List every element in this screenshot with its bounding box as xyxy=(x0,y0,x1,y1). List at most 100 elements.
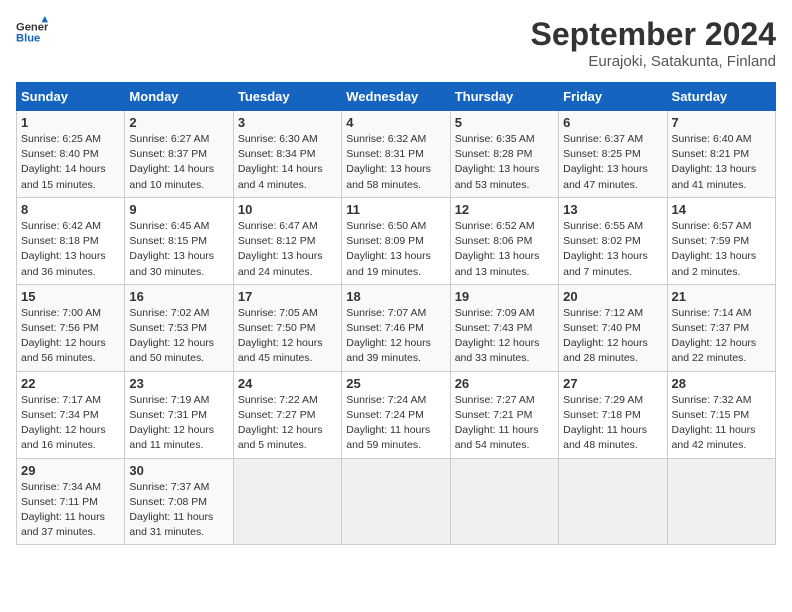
day-info: Sunrise: 6:57 AM Sunset: 7:59 PM Dayligh… xyxy=(672,219,771,280)
calendar-cell xyxy=(450,458,558,545)
page-header: General Blue September 2024 Eurajoki, Sa… xyxy=(16,16,776,70)
calendar-cell: 6 Sunrise: 6:37 AM Sunset: 8:25 PM Daylig… xyxy=(559,111,667,198)
day-number: 25 xyxy=(346,376,445,391)
day-info: Sunrise: 6:55 AM Sunset: 8:02 PM Dayligh… xyxy=(563,219,662,280)
day-info: Sunrise: 7:12 AM Sunset: 7:40 PM Dayligh… xyxy=(563,306,662,367)
day-number: 28 xyxy=(672,376,771,391)
calendar-cell: 21 Sunrise: 7:14 AM Sunset: 7:37 PM Dayli… xyxy=(667,284,775,371)
day-number: 24 xyxy=(238,376,337,391)
weekday-header-tuesday: Tuesday xyxy=(233,83,341,111)
day-info: Sunrise: 6:40 AM Sunset: 8:21 PM Dayligh… xyxy=(672,132,771,193)
day-info: Sunrise: 6:35 AM Sunset: 8:28 PM Dayligh… xyxy=(455,132,554,193)
day-number: 6 xyxy=(563,115,662,130)
calendar-cell: 30Sunrise: 7:37 AM Sunset: 7:08 PM Dayli… xyxy=(125,458,233,545)
calendar-table: SundayMondayTuesdayWednesdayThursdayFrid… xyxy=(16,82,776,545)
day-number: 16 xyxy=(129,289,228,304)
day-number: 9 xyxy=(129,202,228,217)
calendar-cell: 2 Sunrise: 6:27 AM Sunset: 8:37 PM Daylig… xyxy=(125,111,233,198)
calendar-week-row: 15 Sunrise: 7:00 AM Sunset: 7:56 PM Dayli… xyxy=(17,284,776,371)
day-info: Sunrise: 7:27 AM Sunset: 7:21 PM Dayligh… xyxy=(455,393,554,454)
calendar-cell: 13 Sunrise: 6:55 AM Sunset: 8:02 PM Dayli… xyxy=(559,197,667,284)
weekday-header-saturday: Saturday xyxy=(667,83,775,111)
day-info: Sunrise: 7:00 AM Sunset: 7:56 PM Dayligh… xyxy=(21,306,120,367)
day-number: 8 xyxy=(21,202,120,217)
calendar-cell: 11Sunrise: 6:50 AM Sunset: 8:09 PM Dayli… xyxy=(342,197,450,284)
calendar-cell: 3Sunrise: 6:30 AM Sunset: 8:34 PM Daylig… xyxy=(233,111,341,198)
calendar-cell xyxy=(233,458,341,545)
calendar-cell: 16Sunrise: 7:02 AM Sunset: 7:53 PM Dayli… xyxy=(125,284,233,371)
calendar-subtitle: Eurajoki, Satakunta, Finland xyxy=(531,53,776,70)
logo-icon: General Blue xyxy=(16,16,48,48)
day-info: Sunrise: 7:09 AM Sunset: 7:43 PM Dayligh… xyxy=(455,306,554,367)
calendar-week-row: 29Sunrise: 7:34 AM Sunset: 7:11 PM Dayli… xyxy=(17,458,776,545)
calendar-cell: 1 Sunrise: 6:25 AM Sunset: 8:40 PM Daylig… xyxy=(17,111,125,198)
day-number: 30 xyxy=(129,463,228,478)
day-number: 11 xyxy=(346,202,445,217)
calendar-week-row: 8 Sunrise: 6:42 AM Sunset: 8:18 PM Daylig… xyxy=(17,197,776,284)
weekday-header-wednesday: Wednesday xyxy=(342,83,450,111)
day-number: 15 xyxy=(21,289,120,304)
day-number: 5 xyxy=(455,115,554,130)
calendar-cell: 26Sunrise: 7:27 AM Sunset: 7:21 PM Dayli… xyxy=(450,371,558,458)
day-number: 19 xyxy=(455,289,554,304)
weekday-header-friday: Friday xyxy=(559,83,667,111)
day-info: Sunrise: 6:47 AM Sunset: 8:12 PM Dayligh… xyxy=(238,219,337,280)
day-info: Sunrise: 7:05 AM Sunset: 7:50 PM Dayligh… xyxy=(238,306,337,367)
calendar-cell: 22 Sunrise: 7:17 AM Sunset: 7:34 PM Dayli… xyxy=(17,371,125,458)
day-info: Sunrise: 7:22 AM Sunset: 7:27 PM Dayligh… xyxy=(238,393,337,454)
weekday-header-row: SundayMondayTuesdayWednesdayThursdayFrid… xyxy=(17,83,776,111)
calendar-cell: 29Sunrise: 7:34 AM Sunset: 7:11 PM Dayli… xyxy=(17,458,125,545)
day-info: Sunrise: 6:27 AM Sunset: 8:37 PM Dayligh… xyxy=(129,132,228,193)
day-info: Sunrise: 6:52 AM Sunset: 8:06 PM Dayligh… xyxy=(455,219,554,280)
day-info: Sunrise: 6:42 AM Sunset: 8:18 PM Dayligh… xyxy=(21,219,120,280)
calendar-cell: 19 Sunrise: 7:09 AM Sunset: 7:43 PM Dayli… xyxy=(450,284,558,371)
day-number: 20 xyxy=(563,289,662,304)
day-number: 18 xyxy=(346,289,445,304)
calendar-cell: 20 Sunrise: 7:12 AM Sunset: 7:40 PM Dayli… xyxy=(559,284,667,371)
calendar-cell: 17Sunrise: 7:05 AM Sunset: 7:50 PM Dayli… xyxy=(233,284,341,371)
day-info: Sunrise: 7:17 AM Sunset: 7:34 PM Dayligh… xyxy=(21,393,120,454)
calendar-cell: 27Sunrise: 7:29 AM Sunset: 7:18 PM Dayli… xyxy=(559,371,667,458)
calendar-cell xyxy=(342,458,450,545)
calendar-cell: 5 Sunrise: 6:35 AM Sunset: 8:28 PM Daylig… xyxy=(450,111,558,198)
day-number: 7 xyxy=(672,115,771,130)
calendar-cell: 25Sunrise: 7:24 AM Sunset: 7:24 PM Dayli… xyxy=(342,371,450,458)
calendar-cell: 28 Sunrise: 7:32 AM Sunset: 7:15 PM Dayli… xyxy=(667,371,775,458)
day-number: 1 xyxy=(21,115,120,130)
calendar-cell: 24 Sunrise: 7:22 AM Sunset: 7:27 PM Dayli… xyxy=(233,371,341,458)
day-number: 4 xyxy=(346,115,445,130)
day-info: Sunrise: 6:37 AM Sunset: 8:25 PM Dayligh… xyxy=(563,132,662,193)
day-number: 27 xyxy=(563,376,662,391)
weekday-header-sunday: Sunday xyxy=(17,83,125,111)
day-info: Sunrise: 7:19 AM Sunset: 7:31 PM Dayligh… xyxy=(129,393,228,454)
day-number: 21 xyxy=(672,289,771,304)
day-number: 3 xyxy=(238,115,337,130)
day-number: 14 xyxy=(672,202,771,217)
day-info: Sunrise: 7:14 AM Sunset: 7:37 PM Dayligh… xyxy=(672,306,771,367)
calendar-week-row: 1 Sunrise: 6:25 AM Sunset: 8:40 PM Daylig… xyxy=(17,111,776,198)
day-number: 22 xyxy=(21,376,120,391)
day-number: 13 xyxy=(563,202,662,217)
calendar-week-row: 22 Sunrise: 7:17 AM Sunset: 7:34 PM Dayli… xyxy=(17,371,776,458)
day-info: Sunrise: 6:25 AM Sunset: 8:40 PM Dayligh… xyxy=(21,132,120,193)
calendar-cell: 4 Sunrise: 6:32 AM Sunset: 8:31 PM Daylig… xyxy=(342,111,450,198)
calendar-cell: 10 Sunrise: 6:47 AM Sunset: 8:12 PM Dayli… xyxy=(233,197,341,284)
svg-text:Blue: Blue xyxy=(16,33,40,45)
day-info: Sunrise: 7:32 AM Sunset: 7:15 PM Dayligh… xyxy=(672,393,771,454)
calendar-cell: 18 Sunrise: 7:07 AM Sunset: 7:46 PM Dayli… xyxy=(342,284,450,371)
day-number: 10 xyxy=(238,202,337,217)
calendar-cell: 7 Sunrise: 6:40 AM Sunset: 8:21 PM Daylig… xyxy=(667,111,775,198)
day-info: Sunrise: 7:07 AM Sunset: 7:46 PM Dayligh… xyxy=(346,306,445,367)
calendar-cell: 23Sunrise: 7:19 AM Sunset: 7:31 PM Dayli… xyxy=(125,371,233,458)
title-block: September 2024 Eurajoki, Satakunta, Finl… xyxy=(531,16,776,70)
calendar-cell: 14 Sunrise: 6:57 AM Sunset: 7:59 PM Dayli… xyxy=(667,197,775,284)
calendar-cell xyxy=(667,458,775,545)
day-info: Sunrise: 6:32 AM Sunset: 8:31 PM Dayligh… xyxy=(346,132,445,193)
day-number: 2 xyxy=(129,115,228,130)
day-info: Sunrise: 7:34 AM Sunset: 7:11 PM Dayligh… xyxy=(21,480,120,541)
calendar-cell: 9Sunrise: 6:45 AM Sunset: 8:15 PM Daylig… xyxy=(125,197,233,284)
calendar-title: September 2024 xyxy=(531,16,776,53)
logo: General Blue xyxy=(16,16,48,48)
calendar-cell: 12Sunrise: 6:52 AM Sunset: 8:06 PM Dayli… xyxy=(450,197,558,284)
weekday-header-monday: Monday xyxy=(125,83,233,111)
